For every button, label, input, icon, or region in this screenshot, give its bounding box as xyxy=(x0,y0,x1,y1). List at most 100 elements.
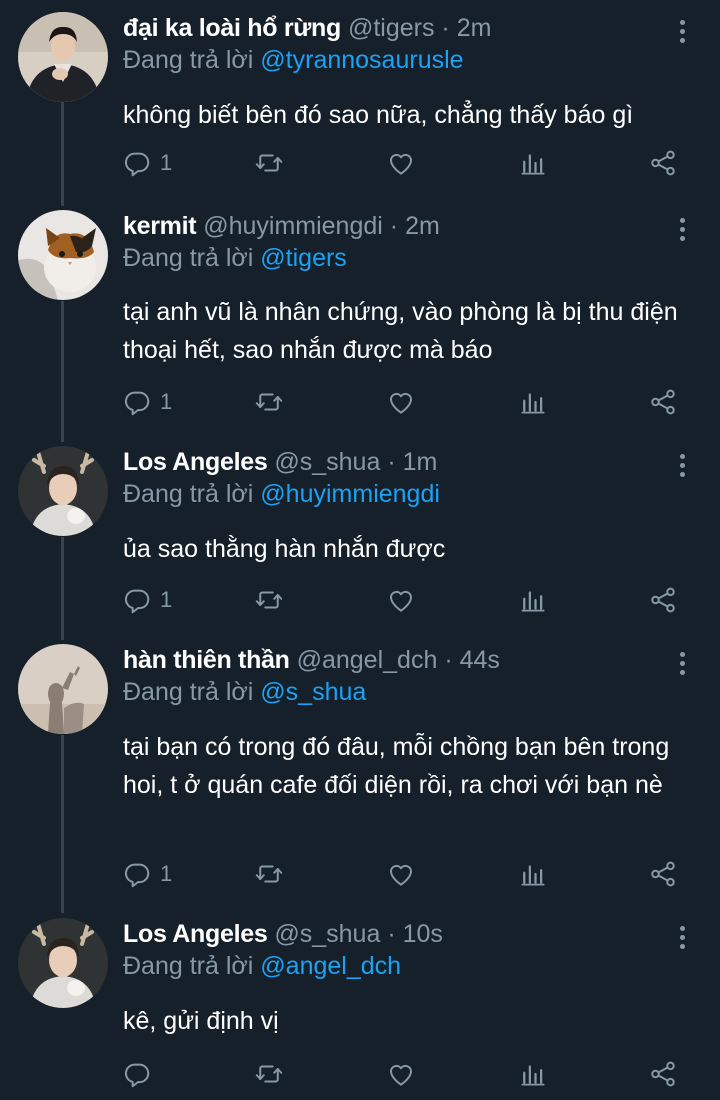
more-vertical-icon[interactable] xyxy=(672,20,692,46)
retweet-icon xyxy=(254,585,284,615)
timestamp[interactable]: 1m xyxy=(403,448,438,476)
more-vertical-icon[interactable] xyxy=(672,652,692,678)
timestamp[interactable]: 2m xyxy=(405,212,440,240)
retweet-button[interactable] xyxy=(254,384,284,420)
analytics-button[interactable] xyxy=(518,856,548,892)
replying-to-label: Đang trả lời xyxy=(123,244,254,272)
username[interactable]: @tigers xyxy=(348,14,435,42)
tweet[interactable]: đại ka loài hổ rừng @tigers · 2m Đang tr… xyxy=(0,0,720,206)
replying-to-label: Đang trả lời xyxy=(123,46,254,74)
mention-link[interactable]: @angel_dch xyxy=(260,952,401,980)
tweet-header: Los Angeles @s_shua · 1m xyxy=(123,448,437,477)
tweet-actions xyxy=(0,1056,720,1096)
replying-to: Đang trả lời @tigers xyxy=(123,244,347,273)
separator: · xyxy=(387,920,396,948)
replying-to: Đang trả lời @angel_dch xyxy=(123,952,401,981)
share-button[interactable] xyxy=(648,1056,678,1092)
timestamp[interactable]: 44s xyxy=(460,646,500,674)
mention-link[interactable]: @tigers xyxy=(260,244,347,272)
username[interactable]: @angel_dch xyxy=(297,646,438,674)
analytics-button[interactable] xyxy=(518,384,548,420)
timestamp[interactable]: 10s xyxy=(403,920,443,948)
reply-button[interactable] xyxy=(122,1056,160,1092)
retweet-button[interactable] xyxy=(254,582,284,618)
retweet-icon xyxy=(254,1059,284,1089)
analytics-button[interactable] xyxy=(518,582,548,618)
reply-button[interactable]: 1 xyxy=(122,582,172,618)
avatar[interactable] xyxy=(18,918,108,1008)
tweet-actions: 1 xyxy=(0,145,720,185)
share-button[interactable] xyxy=(648,384,678,420)
retweet-icon xyxy=(254,859,284,889)
tweet-header: kermit @huyimmiengdi · 2m xyxy=(123,212,440,241)
reply-button[interactable]: 1 xyxy=(122,145,172,181)
heart-icon xyxy=(386,1059,416,1089)
tweet[interactable]: hàn thiên thần @angel_dch · 44s Đang trả… xyxy=(0,632,720,910)
tweet-text: ủa sao thằng hàn nhắn được xyxy=(123,535,446,563)
avatar[interactable] xyxy=(18,12,108,102)
replying-to-label: Đang trả lời xyxy=(123,480,254,508)
tweet[interactable]: kermit @huyimmiengdi · 2m Đang trả lời @… xyxy=(0,198,720,438)
reply-icon xyxy=(122,585,152,615)
tweet-actions: 1 xyxy=(0,384,720,424)
analytics-button[interactable] xyxy=(518,145,548,181)
analytics-button[interactable] xyxy=(518,1056,548,1092)
replying-to: Đang trả lời @s_shua xyxy=(123,678,366,707)
avatar[interactable] xyxy=(18,644,108,734)
tweet-header: hàn thiên thần @angel_dch · 44s xyxy=(123,646,500,675)
reply-count: 1 xyxy=(160,150,173,175)
reply-icon xyxy=(122,387,152,417)
replying-to: Đang trả lời @tyrannosaurusle xyxy=(123,46,464,75)
tweet-actions: 1 xyxy=(0,856,720,896)
tweet[interactable]: Los Angeles @s_shua · 1m Đang trả lời @h… xyxy=(0,434,720,636)
timestamp[interactable]: 2m xyxy=(457,14,492,42)
display-name[interactable]: Los Angeles xyxy=(123,448,268,476)
mention-link[interactable]: @s_shua xyxy=(260,678,366,706)
like-button[interactable] xyxy=(386,145,416,181)
mention-link[interactable]: @huyimmiengdi xyxy=(260,480,440,508)
share-icon xyxy=(648,148,678,178)
username[interactable]: @s_shua xyxy=(274,448,380,476)
more-vertical-icon[interactable] xyxy=(672,926,692,952)
tweet-text: tại anh vũ là nhân chứng, vào phòng là b… xyxy=(123,298,678,364)
username[interactable]: @huyimmiengdi xyxy=(203,212,383,240)
tweet-header: Los Angeles @s_shua · 10s xyxy=(123,920,443,949)
retweet-button[interactable] xyxy=(254,1056,284,1092)
like-button[interactable] xyxy=(386,856,416,892)
username[interactable]: @s_shua xyxy=(274,920,380,948)
retweet-button[interactable] xyxy=(254,145,284,181)
analytics-icon xyxy=(518,387,548,417)
like-button[interactable] xyxy=(386,384,416,420)
share-button[interactable] xyxy=(648,856,678,892)
tweet-text: kê, gửi định vị xyxy=(123,1007,279,1035)
heart-icon xyxy=(386,148,416,178)
more-vertical-icon[interactable] xyxy=(672,454,692,480)
reply-button[interactable]: 1 xyxy=(122,856,172,892)
display-name[interactable]: hàn thiên thần xyxy=(123,646,290,674)
mention-link[interactable]: @tyrannosaurusle xyxy=(260,46,463,74)
retweet-icon xyxy=(254,387,284,417)
share-icon xyxy=(648,387,678,417)
more-vertical-icon[interactable] xyxy=(672,218,692,244)
like-button[interactable] xyxy=(386,582,416,618)
heart-icon xyxy=(386,859,416,889)
tweet[interactable]: Los Angeles @s_shua · 10s Đang trả lời @… xyxy=(0,906,720,1100)
share-button[interactable] xyxy=(648,145,678,181)
reply-count: 1 xyxy=(160,587,173,612)
display-name[interactable]: kermit xyxy=(123,212,197,240)
like-button[interactable] xyxy=(386,1056,416,1092)
replying-to: Đang trả lời @huyimmiengdi xyxy=(123,480,440,509)
retweet-button[interactable] xyxy=(254,856,284,892)
tweet-text: tại bạn có trong đó đâu, mỗi chồng bạn b… xyxy=(123,733,670,799)
reply-button[interactable]: 1 xyxy=(122,384,172,420)
share-icon xyxy=(648,1059,678,1089)
avatar[interactable] xyxy=(18,446,108,536)
display-name[interactable]: đại ka loài hổ rừng xyxy=(123,14,341,42)
avatar[interactable] xyxy=(18,210,108,300)
analytics-icon xyxy=(518,585,548,615)
display-name[interactable]: Los Angeles xyxy=(123,920,268,948)
share-icon xyxy=(648,859,678,889)
tweet-actions: 1 xyxy=(0,582,720,622)
share-button[interactable] xyxy=(648,582,678,618)
analytics-icon xyxy=(518,859,548,889)
